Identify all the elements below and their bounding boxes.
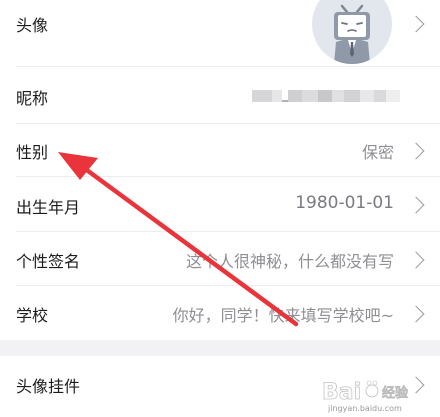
chevron-right-icon bbox=[407, 196, 425, 214]
avatar-row[interactable]: 头像 bbox=[0, 0, 440, 66]
svg-text:jingyan.baidu.com: jingyan.baidu.com bbox=[327, 404, 402, 413]
nickname-row[interactable]: 昵称 bbox=[0, 67, 440, 123]
signature-row[interactable]: 个性签名 这个人很神秘，什么都没有写 bbox=[0, 232, 440, 285]
signature-value: 这个人很神秘，什么都没有写 bbox=[185, 252, 394, 271]
nickname-value-blurred bbox=[252, 90, 400, 102]
birthday-row[interactable]: 出生年月 1980-01-01 bbox=[0, 177, 440, 231]
school-value: 你好，同学！快来填写学校吧~ bbox=[172, 306, 394, 325]
tv-mascot-avatar-icon bbox=[312, 0, 392, 64]
school-label: 学校 bbox=[16, 306, 49, 325]
gender-value: 保密 bbox=[361, 143, 394, 162]
baidu-jingyan-watermark: Bai 经验 jingyan.baidu.com bbox=[322, 380, 410, 413]
chevron-right-icon bbox=[407, 251, 425, 269]
svg-text:Bai: Bai bbox=[322, 380, 361, 405]
avatar-label: 头像 bbox=[16, 16, 49, 35]
gender-label: 性别 bbox=[16, 143, 49, 162]
birthday-value: 1980-01-01 bbox=[295, 193, 394, 213]
avatar[interactable] bbox=[312, 0, 392, 64]
birthday-label: 出生年月 bbox=[16, 198, 81, 217]
signature-label: 个性签名 bbox=[16, 252, 81, 271]
profile-settings-panel: 头像 昵称 性别 保密 出生年月 1980-01-01 个性签名 这个人很神秘，… bbox=[0, 0, 440, 340]
gender-row[interactable]: 性别 保密 bbox=[0, 124, 440, 176]
nickname-label: 昵称 bbox=[16, 89, 49, 108]
svg-text:经验: 经验 bbox=[382, 385, 409, 401]
chevron-right-icon bbox=[407, 305, 425, 323]
chevron-right-icon bbox=[407, 15, 425, 33]
school-row[interactable]: 学校 你好，同学！快来填写学校吧~ bbox=[0, 286, 440, 340]
chevron-right-icon bbox=[407, 142, 425, 160]
avatar-pendant-label: 头像挂件 bbox=[16, 377, 81, 396]
